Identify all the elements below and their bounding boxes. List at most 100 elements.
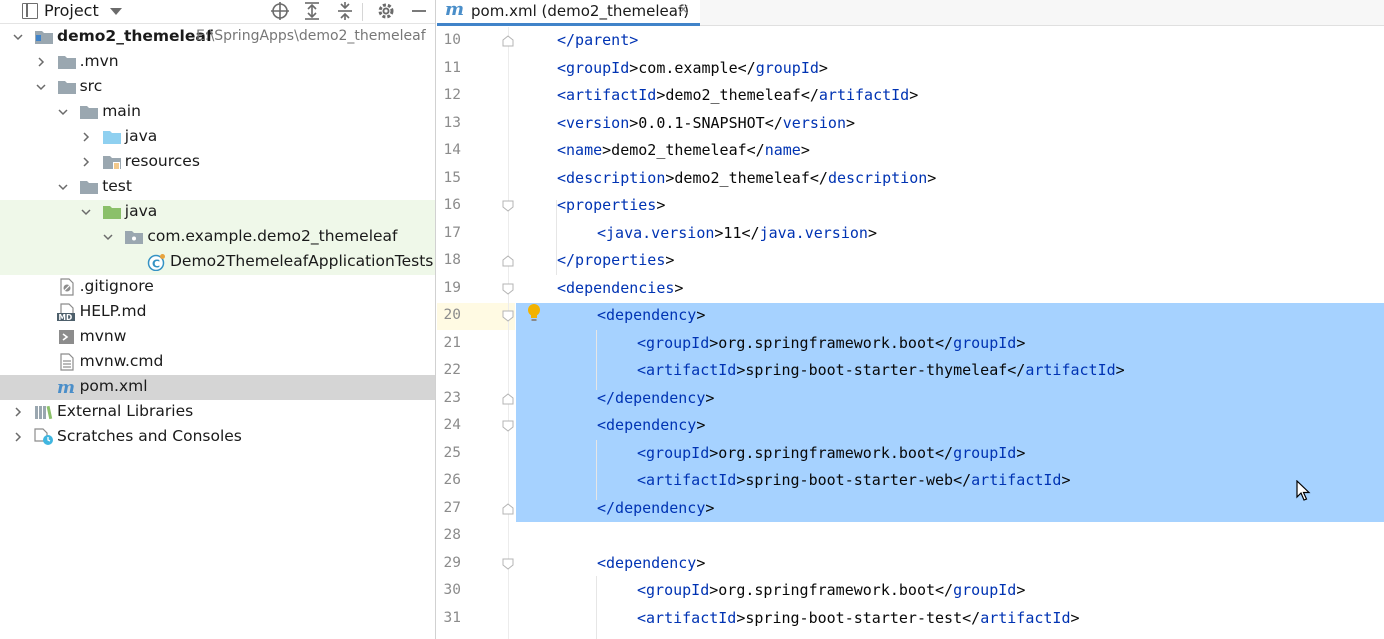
- line-number: 16: [443, 197, 461, 213]
- xml-text-token: >demo2_themeleaf</: [656, 86, 819, 104]
- view-selector-dropdown-icon[interactable]: [110, 8, 122, 15]
- fold-collapse-icon[interactable]: [502, 558, 514, 570]
- test-source-folder-icon: [102, 203, 122, 221]
- gitignore-file-icon: [57, 278, 77, 296]
- tab-pom-xml[interactable]: m pom.xml (demo2_themeleaf) ×: [437, 0, 700, 26]
- chevron-down-icon[interactable]: [57, 106, 69, 118]
- tree-item-demo2-themeleaf[interactable]: demo2_themeleaf E:\SpringApps\demo2_theme…: [0, 25, 435, 50]
- project-tool-window: Project demo2_themeleaf E:\SpringApps\dem…: [0, 0, 436, 639]
- tree-item-mvnw-cmd[interactable]: mvnw.cmd: [0, 350, 435, 375]
- tree-item-src[interactable]: src: [0, 75, 435, 100]
- tree-item-scratches-and-consoles[interactable]: Scratches and Consoles: [0, 425, 435, 450]
- tree-item-java[interactable]: java: [0, 125, 435, 150]
- project-path: E:\SpringApps\demo2_themeleaf: [196, 28, 426, 44]
- libraries-icon: [34, 403, 54, 421]
- xml-tag-token: groupId: [953, 333, 1017, 352]
- tree-item-gitignore[interactable]: .gitignore: [0, 275, 435, 300]
- xml-tag-token: artifactId: [980, 608, 1071, 627]
- chevron-right-icon[interactable]: [12, 431, 24, 443]
- chevron-down-icon[interactable]: [102, 231, 114, 243]
- code-line: <description>demo2_themeleaf</descriptio…: [557, 169, 936, 187]
- collapse-all-icon[interactable]: [334, 1, 356, 21]
- project-view-title[interactable]: Project: [44, 1, 99, 20]
- fold-end-icon[interactable]: [502, 35, 514, 47]
- fold-end-icon[interactable]: [502, 502, 514, 515]
- fold-collapse-icon[interactable]: [502, 283, 514, 295]
- chevron-down-icon[interactable]: [35, 81, 47, 93]
- code-line: <version>0.0.1-SNAPSHOT</version>: [557, 114, 855, 132]
- code-line: <groupId>com.example</groupId>: [557, 59, 828, 77]
- xml-tag-token: <groupId: [637, 333, 710, 352]
- fold-collapse-icon[interactable]: [502, 420, 514, 432]
- tree-item-demo2themeleafapplicationtests[interactable]: C Demo2ThemeleafApplicationTests: [0, 250, 435, 275]
- tree-item-com-example-demo2-themeleaf[interactable]: com.example.demo2_themeleaf: [0, 225, 435, 250]
- xml-text-token: >: [867, 223, 877, 242]
- folder-icon: [57, 78, 77, 96]
- chevron-right-icon[interactable]: [12, 406, 24, 418]
- tree-item-label: resources: [124, 152, 200, 170]
- line-number: 10: [443, 32, 461, 48]
- xml-text-token: >spring-boot-starter-test</: [736, 608, 981, 627]
- gear-icon[interactable]: [375, 1, 397, 21]
- xml-tag-token: groupId: [755, 58, 819, 77]
- expand-all-icon[interactable]: [301, 1, 323, 21]
- tree-item-label: demo2_themeleaf: [57, 27, 213, 45]
- minimize-icon[interactable]: [408, 1, 430, 21]
- xml-text-token: >demo2_themeleaf</: [665, 168, 828, 187]
- tree-item-label: pom.xml: [79, 377, 148, 395]
- line-number: 23: [443, 389, 461, 406]
- tree-item-label: src: [79, 77, 103, 95]
- xml-text-token: >: [800, 141, 810, 159]
- chevron-down-icon[interactable]: [12, 31, 24, 43]
- code-line: <artifactId>spring-boot-starter-thymelea…: [637, 361, 1125, 379]
- line-number: 12: [443, 87, 461, 103]
- fold-end-icon[interactable]: [502, 255, 514, 267]
- xml-text-token: >com.example</: [629, 58, 756, 77]
- code-line: <groupId>org.springframework.boot</group…: [637, 334, 1025, 352]
- xml-text-token: >demo2_themeleaf</: [602, 141, 765, 159]
- fold-area-divider: [508, 27, 509, 639]
- line-number: 19: [443, 279, 461, 296]
- chevron-right-icon[interactable]: [80, 131, 92, 143]
- fold-collapse-icon[interactable]: [502, 200, 514, 212]
- fold-collapse-icon[interactable]: [502, 310, 514, 322]
- xml-tag-token: </dependency: [597, 498, 706, 517]
- line-number: 24: [443, 417, 461, 433]
- close-tab-icon[interactable]: ×: [677, 0, 690, 18]
- tree-item-test[interactable]: test: [0, 175, 435, 200]
- tree-item-pom-xml[interactable]: m pom.xml: [0, 375, 435, 400]
- fold-end-icon[interactable]: [502, 392, 514, 405]
- xml-text-token: >spring-boot-starter-thymeleaf</: [736, 361, 1026, 379]
- tree-item-resources[interactable]: resources: [0, 150, 435, 175]
- xml-text-token: >: [665, 251, 675, 269]
- xml-tag-token: groupId: [953, 443, 1017, 462]
- lightbulb-intention-icon[interactable]: [527, 303, 541, 325]
- xml-tag-token: <dependencies: [557, 278, 675, 297]
- svg-text:C: C: [152, 258, 160, 271]
- line-number: 22: [443, 362, 461, 378]
- xml-tag-token: <artifactId: [637, 471, 737, 489]
- xml-text-token: >: [705, 498, 715, 517]
- line-number: 27: [443, 499, 461, 516]
- folder-icon: [79, 178, 99, 196]
- code-line: <dependency>: [597, 554, 705, 572]
- chevron-right-icon[interactable]: [80, 156, 92, 168]
- chevron-down-icon[interactable]: [80, 206, 92, 218]
- chevron-down-icon[interactable]: [57, 181, 69, 193]
- module-folder-icon: [34, 28, 54, 46]
- tree-item-external-libraries[interactable]: External Libraries: [0, 400, 435, 425]
- tree-item-mvn[interactable]: .mvn: [0, 50, 435, 75]
- xml-text-token: >: [705, 388, 715, 407]
- target-icon[interactable]: [269, 1, 291, 21]
- folder-icon: [79, 103, 99, 121]
- tree-item-help-md[interactable]: MD HELP.md: [0, 300, 435, 325]
- tree-item-main[interactable]: main: [0, 100, 435, 125]
- xml-text-token: >: [909, 86, 919, 104]
- code-line: <groupId>org.springframework.boot</group…: [637, 581, 1025, 599]
- code-line: <dependency>: [597, 306, 705, 324]
- tree-item-java[interactable]: java: [0, 200, 435, 225]
- tree-item-label: main: [102, 102, 141, 120]
- chevron-right-icon[interactable]: [35, 56, 47, 68]
- tree-item-mvnw[interactable]: mvnw: [0, 325, 435, 350]
- xml-tag-token: name: [764, 141, 801, 159]
